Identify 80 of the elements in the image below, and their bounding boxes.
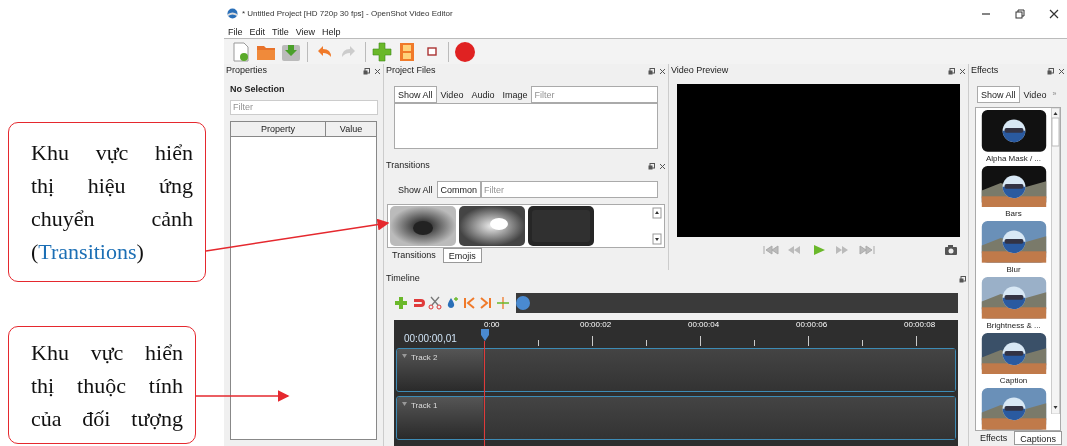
skip-start-icon[interactable] (761, 244, 780, 256)
zoom-handle-icon[interactable] (516, 295, 530, 311)
column-header[interactable]: Property (231, 121, 326, 137)
track-name: Track 2 (411, 352, 438, 364)
scrollbar-icon[interactable] (1051, 108, 1060, 414)
float-icon[interactable] (648, 162, 655, 170)
menu-item[interactable]: Title (272, 28, 289, 37)
tick-label: 0:00 (484, 320, 500, 329)
timecode: 00:00:00,01 (403, 332, 458, 346)
tick-label: 00:00:06 (796, 320, 828, 329)
record-icon[interactable] (454, 40, 476, 63)
panel-title: Timeline (386, 272, 420, 286)
float-icon[interactable] (363, 67, 370, 75)
filter-tab[interactable]: Video (1019, 86, 1051, 103)
float-icon[interactable] (948, 67, 955, 75)
panel-title: Project Files (386, 64, 436, 78)
effect-list[interactable]: Alpha Mask / ... Bars Blur Brightness & ... Caption (975, 107, 1061, 431)
menu-item[interactable]: File (228, 28, 243, 37)
time-ruler[interactable]: 0:00 00:00:02 00:00:04 00:00:06 00:00:08 (484, 320, 958, 348)
menu-item[interactable]: Edit (249, 28, 266, 37)
jump-end-icon[interactable] (479, 296, 493, 310)
filter-field[interactable]: Filter (531, 86, 658, 103)
filter-tab[interactable]: Audio (467, 86, 499, 103)
camera-icon[interactable] (944, 244, 958, 256)
new-file-icon[interactable] (230, 40, 252, 63)
effect-name[interactable]: Blur (1006, 265, 1021, 275)
panel-title: Properties (226, 64, 268, 78)
menu-item[interactable]: Help (322, 28, 341, 37)
skip-end-icon[interactable] (857, 244, 876, 256)
effect-name[interactable]: Alpha Mask / ... (985, 153, 1042, 164)
panel-tab[interactable]: Emojis (442, 248, 482, 263)
app-logo-icon (227, 8, 238, 19)
panel-title: Effects (971, 64, 999, 78)
panel-title: Transitions (386, 159, 430, 173)
filter-tab[interactable]: Image (498, 86, 532, 103)
filter-tab[interactable]: Video (436, 86, 468, 103)
filter-tab[interactable]: Common (436, 181, 482, 198)
playhead-icon[interactable] (481, 329, 489, 341)
column-header[interactable]: Value (326, 121, 376, 137)
scissors-icon[interactable] (428, 296, 442, 310)
panel-title: Video Preview (671, 64, 729, 78)
file-list[interactable] (394, 103, 658, 149)
transition-list[interactable] (387, 204, 665, 248)
filter-field[interactable]: Filter (230, 99, 378, 115)
close-icon[interactable] (1058, 67, 1065, 75)
close-icon[interactable] (659, 67, 666, 75)
filter-field[interactable]: Filter (481, 181, 658, 198)
filter-tab[interactable]: Show All (394, 181, 437, 198)
filter-tab[interactable]: Show All (977, 86, 1020, 103)
float-icon[interactable] (1047, 67, 1054, 75)
restore-icon[interactable] (1014, 7, 1026, 20)
filter-tab[interactable]: Show All (394, 86, 437, 103)
tick-label: 00:00:04 (688, 320, 720, 329)
collapse-icon[interactable] (401, 352, 408, 359)
tick-label: 00:00:08 (904, 320, 936, 329)
callout-text: Khu vực hiển thị hiệu ứng chuyển cảnh (Transitions) (8, 122, 206, 282)
jump-start-icon[interactable] (462, 296, 476, 310)
effect-name[interactable]: Bars (1005, 209, 1022, 220)
effect-name[interactable]: Brightness & ... (986, 320, 1041, 331)
track-header[interactable]: Track 2 (397, 349, 483, 391)
close-icon[interactable] (374, 67, 381, 75)
collapse-icon[interactable] (401, 400, 408, 407)
callout-text: Khu vực hiển thị thuộc tính của đối tượng (8, 326, 196, 444)
float-icon[interactable] (959, 275, 966, 283)
drop-icon[interactable] (445, 296, 459, 310)
window-title: * Untitled Project [HD 720p 30 fps] - OpenShot Video Editor (242, 7, 453, 20)
magnet-icon[interactable] (411, 296, 425, 310)
close-icon[interactable] (959, 67, 966, 75)
add-icon[interactable] (394, 296, 408, 310)
effect-name[interactable]: Caption (999, 376, 1028, 387)
close-icon[interactable] (659, 162, 666, 170)
menu-item[interactable]: View (295, 28, 316, 37)
track-name: Track 1 (411, 400, 438, 412)
float-icon[interactable] (648, 67, 655, 75)
track-header[interactable]: Track 1 (397, 397, 483, 439)
scrollbar-icon[interactable] (652, 206, 662, 246)
selection-label: No Selection (229, 83, 286, 96)
tick-label: 00:00:02 (580, 320, 612, 329)
panel-tab[interactable]: Captions (1014, 431, 1062, 445)
close-icon[interactable] (1048, 7, 1060, 20)
